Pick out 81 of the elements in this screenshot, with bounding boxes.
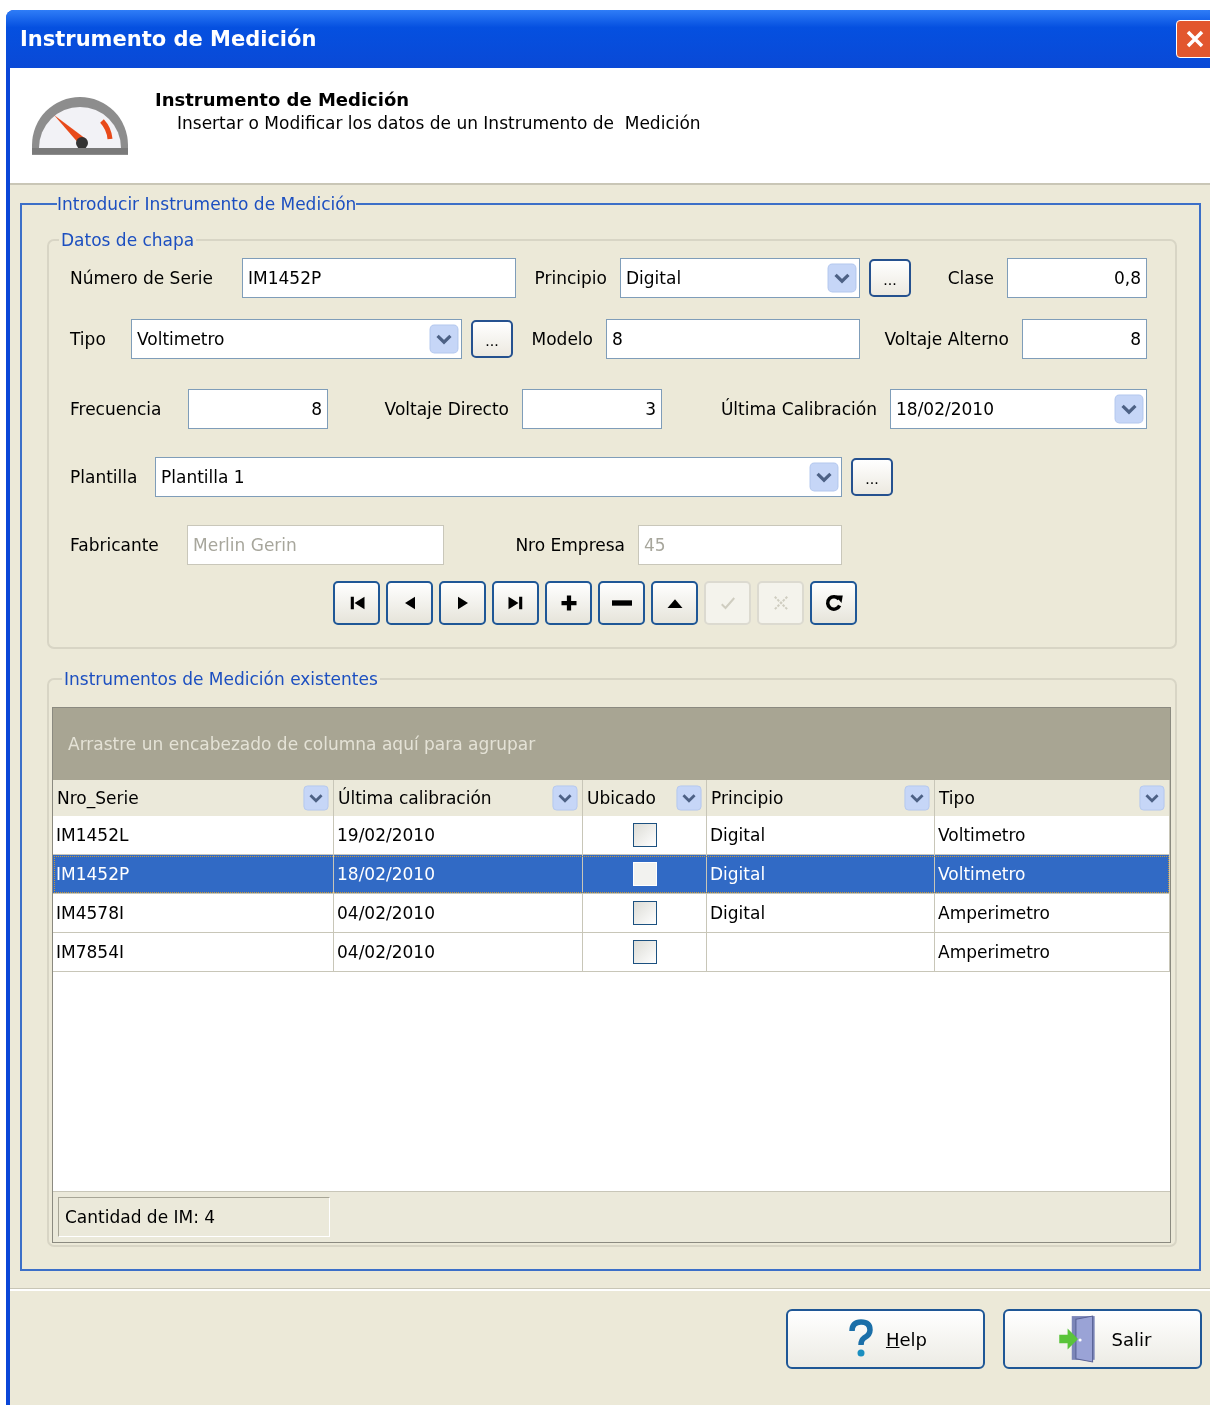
header-title: Instrumento de Medición bbox=[155, 89, 411, 110]
chevron-down-icon[interactable] bbox=[552, 785, 578, 811]
previous-record-button[interactable] bbox=[386, 581, 433, 625]
text-field[interactable]: 3 bbox=[522, 389, 662, 429]
table-cell: 19/02/2010 bbox=[334, 816, 583, 854]
grid-row[interactable]: IM7854I 04/02/2010 Amperimetro bbox=[53, 933, 1170, 972]
chevron-down-icon[interactable] bbox=[1139, 785, 1165, 811]
dropdown[interactable]: Voltimetro bbox=[131, 319, 462, 359]
grid-row[interactable]: IM1452P 18/02/2010 Digital Voltimetro bbox=[53, 855, 1170, 894]
chevron-down-icon[interactable] bbox=[904, 785, 930, 811]
table-cell: Voltimetro bbox=[935, 855, 1170, 893]
table-cell: IM1452P bbox=[53, 855, 334, 893]
table-cell: Digital bbox=[707, 855, 935, 893]
text-field[interactable]: 0,8 bbox=[1007, 258, 1147, 298]
grid-row[interactable]: IM4578I 04/02/2010 Digital Amperimetro bbox=[53, 894, 1170, 933]
delete-record-icon bbox=[611, 600, 632, 606]
first-record-button[interactable] bbox=[333, 581, 380, 625]
table-cell: Voltimetro bbox=[935, 816, 1170, 854]
chevron-down-icon[interactable] bbox=[1114, 394, 1144, 424]
column-header[interactable]: Tipo bbox=[935, 780, 1170, 816]
group-title: Datos de chapa bbox=[60, 230, 196, 250]
table-cell: Amperimetro bbox=[935, 933, 1170, 971]
field-label: Tipo bbox=[69, 329, 107, 349]
field-label: Clase bbox=[946, 268, 995, 288]
add-record-button[interactable] bbox=[545, 581, 592, 625]
field-label: Última Calibración bbox=[719, 399, 878, 419]
group-hint: Arrastre un encabezado de columna aquí para agrupar bbox=[68, 734, 536, 754]
field-label: Número de Serie bbox=[69, 268, 214, 288]
checkbox[interactable] bbox=[632, 823, 657, 847]
chevron-down-icon[interactable] bbox=[429, 324, 459, 354]
browse-button[interactable]: ... bbox=[851, 458, 893, 496]
column-header[interactable]: Principio bbox=[707, 780, 935, 816]
column-header[interactable]: Última calibración bbox=[334, 780, 583, 816]
window-title: Instrumento de Medición bbox=[20, 27, 317, 51]
text-field[interactable]: IM1452P bbox=[242, 258, 516, 298]
dropdown[interactable]: Digital bbox=[620, 258, 860, 298]
last-record-button[interactable] bbox=[492, 581, 539, 625]
close-button[interactable] bbox=[1176, 20, 1210, 58]
text-field[interactable]: 8 bbox=[1022, 319, 1147, 359]
field-label: Plantilla bbox=[69, 467, 139, 487]
exit-button[interactable]: Salir bbox=[1003, 1309, 1202, 1369]
table-cell: 18/02/2010 bbox=[334, 855, 583, 893]
delete-record-button[interactable] bbox=[598, 581, 645, 625]
table-cell: IM7854I bbox=[53, 933, 334, 971]
field-label: Voltaje Directo bbox=[383, 399, 510, 419]
record-count: Cantidad de IM: 4 bbox=[58, 1197, 330, 1237]
chevron-down-icon[interactable] bbox=[809, 462, 839, 492]
edit-record-button[interactable] bbox=[651, 581, 698, 625]
checkbox[interactable] bbox=[632, 901, 657, 925]
refresh-button[interactable] bbox=[810, 581, 857, 625]
table-cell: Digital bbox=[707, 816, 935, 854]
table-cell: Amperimetro bbox=[935, 894, 1170, 932]
table-cell: 04/02/2010 bbox=[334, 894, 583, 932]
dropdown[interactable]: 18/02/2010 bbox=[890, 389, 1147, 429]
table-cell: IM1452L bbox=[53, 816, 334, 854]
refresh-icon bbox=[823, 593, 844, 613]
text-field[interactable]: 8 bbox=[188, 389, 328, 429]
browse-button[interactable]: ... bbox=[471, 320, 513, 358]
header-subtitle: Insertar o Modificar los datos de un Instrumento de Medición bbox=[177, 113, 701, 133]
field-label: Modelo bbox=[530, 329, 594, 349]
table-cell: Digital bbox=[707, 894, 935, 932]
chevron-down-icon[interactable] bbox=[676, 785, 702, 811]
column-header[interactable]: Ubicado bbox=[583, 780, 707, 816]
browse-button[interactable]: ... bbox=[869, 259, 911, 297]
field-label: Frecuencia bbox=[69, 399, 163, 419]
chevron-down-icon[interactable] bbox=[303, 785, 329, 811]
group-title: Introducir Instrumento de Medición bbox=[57, 194, 357, 214]
field-label: Voltaje Alterno bbox=[883, 329, 1010, 349]
text-field[interactable]: 8 bbox=[606, 319, 860, 359]
field-label: Nro Empresa bbox=[514, 535, 626, 555]
next-record-button[interactable] bbox=[439, 581, 486, 625]
field-label: Fabricante bbox=[69, 535, 160, 555]
help-button[interactable]: Help bbox=[786, 1309, 985, 1369]
table-cell: IM4578I bbox=[53, 894, 334, 932]
group-title: Instrumentos de Medición existentes bbox=[63, 669, 379, 689]
table-cell: 04/02/2010 bbox=[334, 933, 583, 971]
dropdown[interactable]: Plantilla 1 bbox=[155, 457, 842, 497]
field-label: Principio bbox=[533, 268, 608, 288]
column-header[interactable]: Nro_Serie bbox=[53, 780, 334, 816]
checkbox[interactable] bbox=[632, 940, 657, 964]
chevron-down-icon[interactable] bbox=[827, 263, 857, 293]
